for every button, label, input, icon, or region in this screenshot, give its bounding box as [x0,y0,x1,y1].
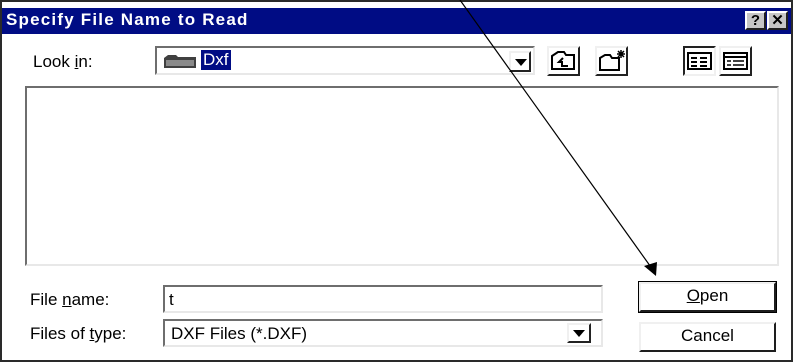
cancel-button[interactable]: Cancel [639,322,776,352]
look-in-dropdown-button[interactable] [509,51,531,72]
file-type-dropdown-button[interactable] [567,323,591,343]
look-in-value: Dxf [201,50,231,70]
details-view-button[interactable] [719,46,752,76]
create-new-folder-button[interactable] [595,46,628,76]
help-button[interactable]: ? [745,11,766,30]
title-bar[interactable]: Specify File Name to Read ? ✕ [2,8,791,34]
file-type-combo[interactable]: DXF Files (*.DXF) [163,319,603,347]
open-button[interactable]: Open [638,281,777,313]
look-in-label: Look in: [33,52,93,71]
chevron-down-icon [573,330,585,337]
folder-icon [163,53,197,74]
look-in-combo[interactable]: Dxf [155,46,535,75]
new-folder-icon [599,50,625,71]
details-view-icon [723,52,748,70]
file-name-input[interactable]: t [163,285,603,313]
file-name-value: t [169,290,174,309]
chevron-down-icon [515,59,527,66]
file-name-label: File name: [30,290,110,309]
dialog-title: Specify File Name to Read [6,10,249,29]
open-file-dialog: Specify File Name to Read ? ✕ Look in: D… [0,0,793,362]
file-type-label: Files of type: [30,324,127,343]
file-list[interactable] [25,86,779,266]
close-button[interactable]: ✕ [767,11,788,30]
up-folder-icon [551,51,575,70]
up-one-level-button[interactable] [547,46,580,76]
file-type-value: DXF Files (*.DXF) [171,324,307,343]
list-view-icon [687,52,712,70]
list-view-button[interactable] [683,46,716,76]
